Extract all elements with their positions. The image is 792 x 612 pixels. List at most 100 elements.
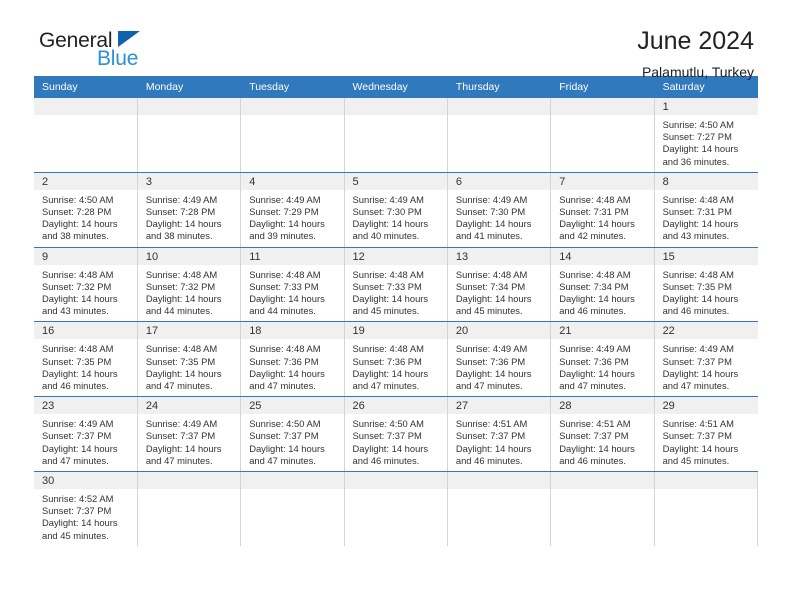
sunrise-text: Sunrise: 4:49 AM [42,418,114,430]
daylight-text-line1: Daylight: 14 hours [662,293,739,305]
calendar-day-cell[interactable]: 25 Sunrise: 4:50 AM Sunset: 7:37 PM Dayligh… [240,396,345,473]
day-details: Sunrise: 4:48 AM Sunset: 7:36 PM Daylight:… [345,339,447,396]
daylight-text-line2: and 46 minutes. [352,454,420,466]
calendar-day-cell[interactable]: 29 Sunrise: 4:51 AM Sunset: 7:37 PM Dayligh… [654,396,758,473]
calendar-cell-empty [240,471,345,546]
calendar-day-cell[interactable]: 5 Sunrise: 4:49 AM Sunset: 7:30 PM Daylight… [344,172,448,248]
day-details: Sunrise: 4:48 AM Sunset: 7:34 PM Daylight:… [448,265,550,322]
sunset-text: Sunset: 7:29 PM [249,206,319,218]
calendar-day-cell[interactable]: 3 Sunrise: 4:49 AM Sunset: 7:28 PM Daylight… [137,172,242,248]
day-details: Sunrise: 4:48 AM Sunset: 7:36 PM Daylight:… [241,339,343,396]
sunset-text: Sunset: 7:37 PM [42,430,112,442]
sunrise-text: Sunrise: 4:49 AM [455,343,528,355]
weekday-header-tuesday: Tuesday [240,76,345,98]
daylight-text-line2: and 38 minutes. [145,230,213,242]
daylight-text-line1: Daylight: 14 hours [42,367,118,379]
sunset-text: Sunset: 7:33 PM [352,280,422,292]
calendar-day-cell[interactable]: 8 Sunrise: 4:48 AM Sunset: 7:31 PM Daylight… [654,172,758,248]
calendar-day-cell[interactable]: 23 Sunrise: 4:49 AM Sunset: 7:37 PM Dayligh… [34,396,138,473]
calendar-day-cell[interactable]: 17 Sunrise: 4:48 AM Sunset: 7:35 PM Dayligh… [137,321,242,398]
calendar-day-cell[interactable]: 4 Sunrise: 4:49 AM Sunset: 7:29 PM Daylight… [240,172,345,248]
day-number: 26 [344,397,447,415]
sunset-text: Sunset: 7:35 PM [42,355,112,367]
calendar-cell-empty [344,98,448,173]
calendar-day-cell[interactable]: 18 Sunrise: 4:48 AM Sunset: 7:36 PM Dayligh… [240,321,345,398]
title-block: June 2024 Palamutlu, Turkey [637,28,758,80]
sunset-text: Sunset: 7:28 PM [145,206,216,218]
day-number: 23 [34,397,137,415]
calendar-day-cell[interactable]: 12 Sunrise: 4:48 AM Sunset: 7:33 PM Dayligh… [344,247,448,323]
daylight-text-line2: and 47 minutes. [249,380,316,392]
sunset-text: Sunset: 7:30 PM [352,206,422,218]
daylight-text-line1: Daylight: 14 hours [559,367,635,379]
sunrise-text: Sunrise: 4:48 AM [352,343,424,355]
sunrise-text: Sunrise: 4:48 AM [249,343,321,355]
day-details: Sunrise: 4:48 AM Sunset: 7:34 PM Daylight:… [551,265,653,322]
sunrise-text: Sunrise: 4:49 AM [145,193,218,205]
day-number [241,472,344,490]
calendar-day-cell[interactable]: 15 Sunrise: 4:48 AM Sunset: 7:35 PM Dayligh… [654,247,758,323]
sunset-text: Sunset: 7:37 PM [352,430,422,442]
daylight-text-line1: Daylight: 14 hours [42,218,118,230]
calendar-day-cell[interactable]: 21 Sunrise: 4:49 AM Sunset: 7:36 PM Dayligh… [550,321,655,398]
daylight-text-line2: and 39 minutes. [249,230,316,242]
day-details: Sunrise: 4:49 AM Sunset: 7:37 PM Daylight:… [655,339,758,396]
daylight-text-line2: and 38 minutes. [42,230,109,242]
calendar-week-row: 23 Sunrise: 4:49 AM Sunset: 7:37 PM Dayligh… [34,396,758,473]
calendar-week-row: 16 Sunrise: 4:48 AM Sunset: 7:35 PM Dayligh… [34,321,758,398]
calendar-day-cell[interactable]: 20 Sunrise: 4:49 AM Sunset: 7:36 PM Dayligh… [447,321,552,398]
daylight-text-line2: and 42 minutes. [559,230,626,242]
day-details: Sunrise: 4:48 AM Sunset: 7:33 PM Daylight:… [345,265,447,322]
day-number: 7 [551,172,654,190]
sunrise-text: Sunrise: 4:48 AM [559,268,631,280]
sunrise-text: Sunrise: 4:48 AM [42,268,114,280]
calendar-day-cell[interactable]: 24 Sunrise: 4:49 AM Sunset: 7:37 PM Dayligh… [137,396,242,473]
calendar-day-cell[interactable]: 30 Sunrise: 4:52 AM Sunset: 7:37 PM Dayligh… [34,471,138,546]
sunrise-text: Sunrise: 4:49 AM [662,343,734,355]
calendar-day-cell[interactable]: 1 Sunrise: 4:50 AM Sunset: 7:27 PM Daylight… [654,98,758,173]
calendar-day-cell[interactable]: 13 Sunrise: 4:48 AM Sunset: 7:34 PM Dayligh… [447,247,552,323]
daylight-text-line2: and 47 minutes. [145,380,213,392]
sunset-text: Sunset: 7:34 PM [455,280,526,292]
calendar-day-cell[interactable]: 6 Sunrise: 4:49 AM Sunset: 7:30 PM Daylight… [447,172,552,248]
sunset-text: Sunset: 7:36 PM [352,355,422,367]
sunrise-sunset-calendar: Sunday Monday Tuesday Wednesday Thursday… [34,76,759,546]
page-title: June 2024 [637,27,754,55]
sunrise-text: Sunrise: 4:48 AM [249,268,321,280]
day-details: Sunrise: 4:49 AM Sunset: 7:36 PM Daylight:… [448,339,550,396]
sunset-text: Sunset: 7:36 PM [249,355,319,367]
calendar-day-cell[interactable]: 9 Sunrise: 4:48 AM Sunset: 7:32 PM Daylight… [34,247,138,323]
sunrise-text: Sunrise: 4:51 AM [455,418,528,430]
sunrise-text: Sunrise: 4:49 AM [352,193,424,205]
calendar-day-cell[interactable]: 16 Sunrise: 4:48 AM Sunset: 7:35 PM Dayligh… [34,321,138,398]
day-number [137,472,241,490]
daylight-text-line2: and 47 minutes. [145,454,213,466]
calendar-day-cell[interactable]: 14 Sunrise: 4:48 AM Sunset: 7:34 PM Dayligh… [550,247,655,323]
day-number [241,98,344,115]
calendar-day-cell[interactable]: 27 Sunrise: 4:51 AM Sunset: 7:37 PM Dayligh… [447,396,552,473]
day-details: Sunrise: 4:49 AM Sunset: 7:29 PM Daylight:… [241,190,343,247]
calendar-day-cell[interactable]: 22 Sunrise: 4:49 AM Sunset: 7:37 PM Dayligh… [654,321,758,398]
calendar-cell-empty [344,471,448,546]
calendar-day-cell[interactable]: 11 Sunrise: 4:48 AM Sunset: 7:33 PM Dayligh… [240,247,345,323]
calendar-cell-empty [447,98,552,173]
calendar-day-cell[interactable]: 2 Sunrise: 4:50 AM Sunset: 7:28 PM Daylight… [34,172,138,248]
daylight-text-line1: Daylight: 14 hours [662,218,739,230]
calendar-day-cell[interactable]: 10 Sunrise: 4:48 AM Sunset: 7:32 PM Dayligh… [137,247,242,323]
daylight-text-line2: and 46 minutes. [455,454,523,466]
calendar-day-cell[interactable]: 19 Sunrise: 4:48 AM Sunset: 7:36 PM Dayligh… [344,321,448,398]
calendar-day-cell[interactable]: 26 Sunrise: 4:50 AM Sunset: 7:37 PM Dayligh… [344,396,448,473]
calendar-day-cell[interactable]: 7 Sunrise: 4:48 AM Sunset: 7:31 PM Daylight… [550,172,655,248]
weekday-header-monday: Monday [137,76,242,98]
daylight-text-line2: and 45 minutes. [662,454,730,466]
general-blue-logo[interactable]: General Blue [39,28,169,78]
day-number: 11 [241,247,344,265]
calendar-day-cell[interactable]: 28 Sunrise: 4:51 AM Sunset: 7:37 PM Dayligh… [550,396,655,473]
day-number: 29 [654,397,758,415]
daylight-text-line1: Daylight: 14 hours [455,293,532,305]
daylight-text-line1: Daylight: 14 hours [455,367,532,379]
daylight-text-line2: and 45 minutes. [42,529,109,541]
page-subtitle: Palamutlu, Turkey [641,63,754,80]
day-number [447,472,551,490]
daylight-text-line2: and 43 minutes. [42,305,109,317]
